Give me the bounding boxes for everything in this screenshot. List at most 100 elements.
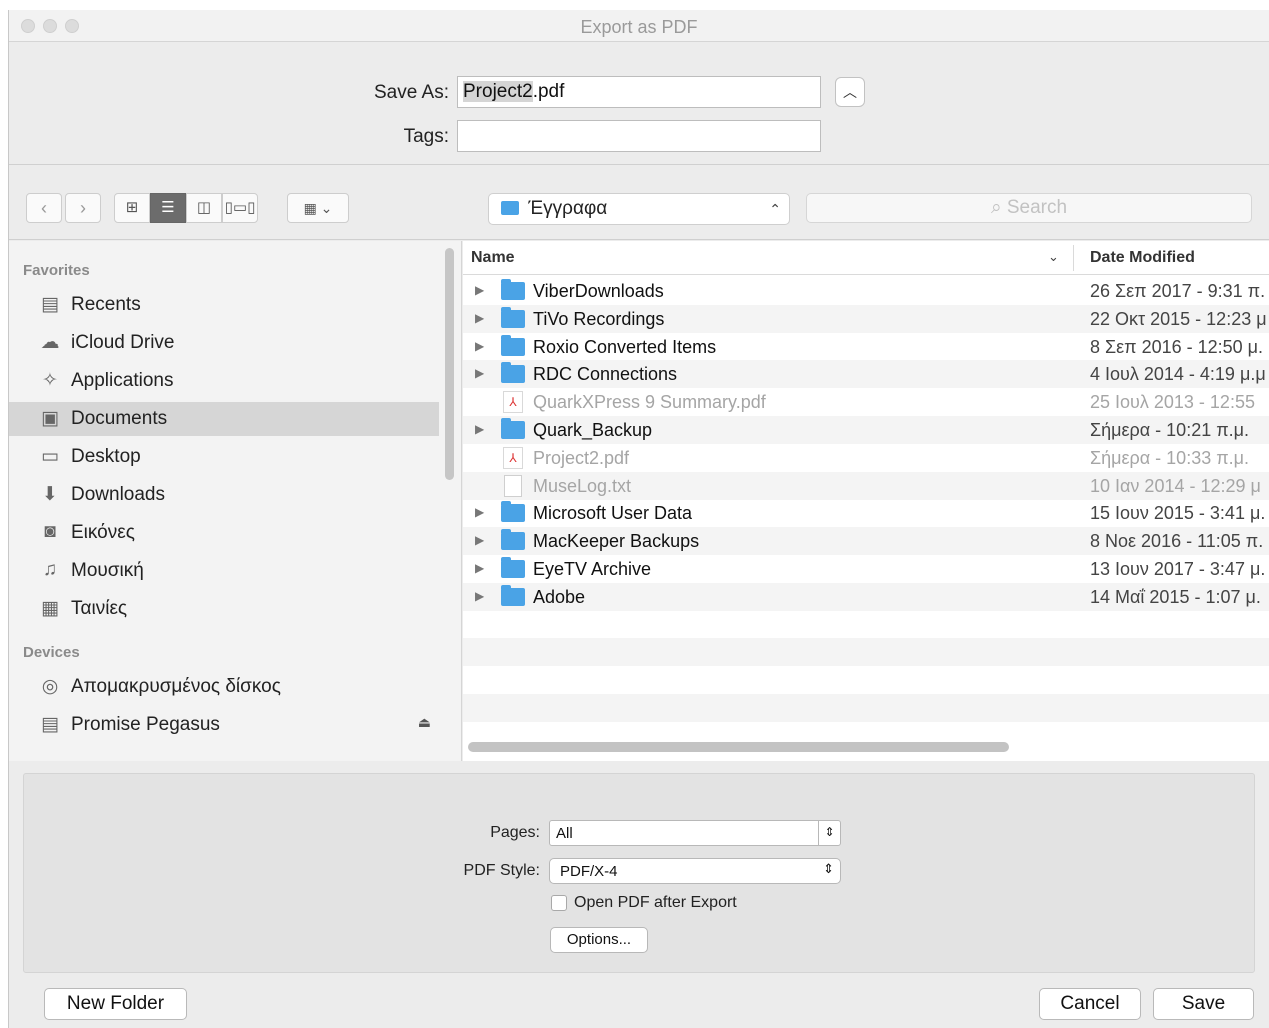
file-date-modified: 15 Ιουν 2015 - 3:41 μ. bbox=[1090, 503, 1266, 524]
downloads-icon: ⬇ bbox=[42, 484, 58, 505]
file-name: Microsoft User Data bbox=[533, 503, 693, 524]
disclosure-triangle-icon[interactable]: ▶ bbox=[475, 533, 484, 547]
save-as-input[interactable]: Project2.pdf bbox=[457, 76, 821, 108]
chevron-left-icon: ‹ bbox=[41, 198, 47, 218]
file-date-modified: 22 Οκτ 2015 - 12:23 μ bbox=[1090, 308, 1267, 329]
window-title: Export as PDF bbox=[580, 17, 698, 37]
export-dialog: Export as PDF Save As: Project2.pdf ︿ Ta… bbox=[8, 10, 1269, 1028]
open-pdf-after-export-checkbox[interactable] bbox=[551, 895, 567, 911]
sidebar-item-icloud-drive[interactable]: ☁ iCloud Drive bbox=[9, 326, 439, 360]
disclosure-triangle-icon[interactable]: ▶ bbox=[475, 589, 484, 603]
pdf-style-popup[interactable]: PDF/X-4 ⇕ bbox=[549, 858, 841, 884]
options-button[interactable]: Options... bbox=[550, 927, 648, 953]
sidebar-item-label: Documents bbox=[71, 408, 168, 429]
open-pdf-after-export-label[interactable]: Open PDF after Export bbox=[574, 894, 737, 912]
cancel-button[interactable]: Cancel bbox=[1039, 988, 1141, 1020]
sidebar-item-μουσική[interactable]: ♫ Μουσική bbox=[9, 554, 439, 588]
search-input[interactable]: ⌕ Search bbox=[806, 193, 1252, 223]
camera-icon: ◙ bbox=[44, 521, 56, 542]
file-row[interactable]: ▶ TiVo Recordings 22 Οκτ 2015 - 12:23 μ bbox=[463, 304, 1269, 333]
sidebar-item-applications[interactable]: ✧ Applications bbox=[9, 364, 439, 398]
save-as-area: Save As: Project2.pdf ︿ Tags: bbox=[9, 42, 1269, 165]
sidebar-item-documents[interactable]: ▣ Documents bbox=[9, 402, 439, 436]
pdf-file-icon: ⅄ bbox=[503, 391, 523, 414]
applications-icon: ✧ bbox=[42, 370, 58, 391]
sidebar-scrollbar[interactable] bbox=[445, 248, 454, 480]
file-name: Roxio Converted Items bbox=[533, 336, 717, 357]
sidebar-item-ταινίες[interactable]: ▦ Ταινίες bbox=[9, 592, 439, 626]
tags-input[interactable] bbox=[457, 120, 821, 152]
sidebar-item-recents[interactable]: ▤ Recents bbox=[9, 288, 439, 322]
folder-icon bbox=[501, 334, 525, 356]
file-row[interactable]: ▶ Microsoft User Data 15 Ιουν 2015 - 3:41 … bbox=[463, 499, 1269, 527]
file-row[interactable]: ▶ MacKeeper Backups 8 Νοε 2016 - 11:05 π. bbox=[463, 527, 1269, 556]
file-name: RDC Connections bbox=[533, 364, 678, 385]
file-name: MacKeeper Backups bbox=[533, 531, 700, 552]
file-row[interactable]: ▶ Roxio Converted Items 8 Σεπ 2016 - 12:50… bbox=[463, 333, 1269, 361]
desktop-icon: ▭ bbox=[41, 446, 59, 467]
columns-icon: ◫ bbox=[196, 199, 212, 216]
folder-icon bbox=[501, 362, 525, 384]
file-name: QuarkXPress 9 Summary.pdf bbox=[533, 392, 766, 413]
save-button[interactable]: Save bbox=[1153, 988, 1254, 1020]
disclosure-triangle-icon[interactable]: ▶ bbox=[475, 311, 484, 325]
file-row[interactable]: ▶ Quark_Backup Σήμερα - 10:21 π.μ. bbox=[463, 416, 1269, 444]
file-list-header: Name ⌄ Date Modified bbox=[463, 241, 1269, 275]
file-row[interactable]: ▶ Adobe 14 Μαΐ 2015 - 1:07 μ. bbox=[463, 582, 1269, 611]
back-button[interactable]: ‹ bbox=[26, 193, 62, 223]
folder-icon bbox=[501, 529, 525, 551]
save-as-label: Save As: bbox=[374, 82, 449, 103]
sort-chevron-down-icon[interactable]: ⌄ bbox=[1048, 249, 1059, 265]
music-icon: ♫ bbox=[42, 559, 58, 580]
disclosure-triangle-icon[interactable]: ▶ bbox=[475, 339, 484, 353]
eject-icon[interactable]: ⏏ bbox=[418, 714, 431, 731]
browser-toolbar: ‹ › ⊞ ☰ ◫ ▯▭▯ ▦ ⌄ Έγγραφα ⌃ ⌕ Search bbox=[9, 166, 1269, 240]
sidebar-item-εικόνες[interactable]: ◙ Εικόνες bbox=[9, 516, 439, 550]
sidebar: Favorites ▤ Recents ☁ iCloud Drive ✧ Applicat… bbox=[9, 241, 462, 761]
disc-icon: ◎ bbox=[41, 676, 59, 697]
disclosure-triangle-icon[interactable]: ▶ bbox=[475, 366, 484, 380]
sidebar-item-label: Ταινίες bbox=[71, 598, 128, 619]
file-row[interactable]: ▶ EyeTV Archive 13 Ιουν 2017 - 3:47 μ. bbox=[463, 555, 1269, 583]
text-file-icon bbox=[504, 474, 522, 497]
file-date-modified: 13 Ιουν 2017 - 3:47 μ. bbox=[1090, 559, 1266, 579]
disclosure-triangle-icon[interactable]: ▶ bbox=[475, 505, 484, 519]
arrange-button[interactable]: ▦ ⌄ bbox=[287, 193, 349, 223]
disclosure-triangle-icon[interactable]: ▶ bbox=[475, 561, 484, 575]
file-date-modified: 26 Σεπ 2017 - 9:31 π. bbox=[1090, 281, 1266, 301]
file-row: ⅄ Project2.pdf Σήμερα - 10:33 π.μ. bbox=[463, 444, 1269, 472]
coverflow-view-button[interactable]: ▯▭▯ bbox=[222, 193, 258, 223]
file-date-modified: 8 Νοε 2016 - 11:05 π. bbox=[1090, 531, 1264, 552]
folder-icon bbox=[501, 501, 525, 523]
empty-row bbox=[463, 694, 1269, 722]
pages-stepper-icon[interactable]: ⇕ bbox=[818, 821, 840, 845]
tags-label: Tags: bbox=[403, 126, 449, 147]
file-name: MuseLog.txt bbox=[533, 475, 632, 496]
icon-view-button[interactable]: ⊞ bbox=[114, 193, 150, 223]
file-row[interactable]: ▶ ViberDownloads 26 Σεπ 2017 - 9:31 π. bbox=[463, 277, 1269, 305]
column-divider[interactable] bbox=[1073, 245, 1074, 271]
new-folder-button[interactable]: New Folder bbox=[44, 988, 187, 1020]
column-header-date-modified[interactable]: Date Modified bbox=[1090, 249, 1195, 267]
disclosure-triangle-icon[interactable]: ▶ bbox=[475, 422, 484, 436]
sidebar-item-downloads[interactable]: ⬇ Downloads bbox=[9, 478, 439, 512]
documents-icon: ▣ bbox=[41, 408, 59, 429]
forward-button[interactable]: › bbox=[65, 193, 101, 223]
column-header-name[interactable]: Name bbox=[471, 249, 515, 267]
pages-combo[interactable]: All ⇕ bbox=[549, 820, 841, 846]
arrange-grid-icon: ▦ ⌄ bbox=[303, 200, 333, 216]
list-view-button[interactable]: ☰ bbox=[150, 193, 186, 223]
pdf-style-label: PDF Style: bbox=[463, 862, 540, 879]
column-view-button[interactable]: ◫ bbox=[186, 193, 222, 223]
recents-icon: ▤ bbox=[41, 294, 59, 315]
sidebar-device-2[interactable]: ▤ Promise Pegasus ⏏ bbox=[9, 708, 439, 742]
sidebar-item-label: iCloud Drive bbox=[71, 332, 175, 353]
file-row[interactable]: ▶ RDC Connections 4 Ιουλ 2014 - 4:19 μ.μ bbox=[463, 360, 1269, 389]
disclosure-triangle-icon[interactable]: ▶ bbox=[475, 283, 484, 297]
sidebar-device-1[interactable]: ◎ Απομακρυσμένος δίσκος bbox=[9, 670, 439, 704]
file-list-horizontal-scrollbar[interactable] bbox=[468, 742, 1009, 752]
file-row: ⅄ QuarkXPress 9 Summary.pdf 25 Ιουλ 2013 -… bbox=[463, 388, 1269, 416]
location-popup[interactable]: Έγγραφα ⌃ bbox=[488, 193, 790, 225]
sidebar-item-desktop[interactable]: ▭ Desktop bbox=[9, 440, 439, 474]
collapse-dialog-button[interactable]: ︿ bbox=[835, 77, 865, 107]
